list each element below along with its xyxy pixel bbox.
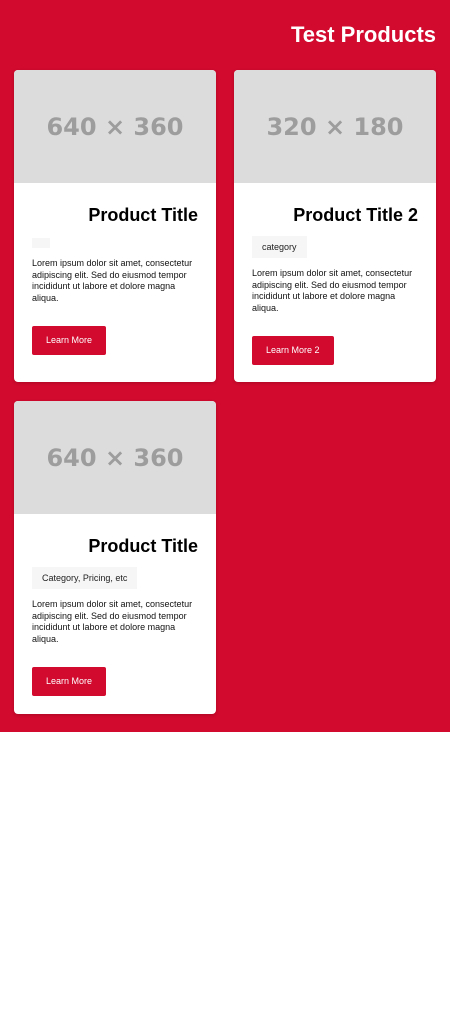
- product-card: 320 × 180 Product Title 2 category Lorem…: [234, 70, 436, 382]
- product-description: Lorem ipsum dolor sit amet, consectetur …: [32, 258, 193, 303]
- product-title: Product Title: [88, 536, 198, 556]
- card-body: Product Title Lorem ipsum dolor sit amet…: [14, 204, 216, 355]
- product-image-placeholder: 640 × 360: [14, 401, 216, 514]
- products-section: Test Products 640 × 360 Product Title Lo…: [0, 0, 450, 732]
- section-title: Test Products: [290, 22, 436, 47]
- card-body: Product Title Category, Pricing, etc Lor…: [14, 535, 216, 696]
- product-tag: category: [252, 236, 307, 258]
- card-body: Product Title 2 category Lorem ipsum dol…: [234, 204, 436, 365]
- product-card: 640 × 360 Product Title Lorem ipsum dolo…: [14, 70, 216, 382]
- learn-more-button[interactable]: Learn More: [32, 326, 107, 355]
- product-title: Product Title: [88, 205, 198, 225]
- product-image-placeholder: 320 × 180: [234, 70, 436, 183]
- product-image-placeholder: 640 × 360: [14, 70, 216, 183]
- product-description: Lorem ipsum dolor sit amet, consectetur …: [252, 268, 413, 313]
- learn-more-button[interactable]: Learn More 2: [252, 336, 334, 365]
- learn-more-button[interactable]: Learn More: [32, 667, 107, 696]
- product-card: 640 × 360 Product Title Category, Pricin…: [14, 401, 216, 714]
- product-tag: [32, 238, 50, 248]
- product-description: Lorem ipsum dolor sit amet, consectetur …: [32, 599, 193, 644]
- product-tag: Category, Pricing, etc: [32, 567, 138, 589]
- product-title: Product Title 2: [293, 205, 418, 225]
